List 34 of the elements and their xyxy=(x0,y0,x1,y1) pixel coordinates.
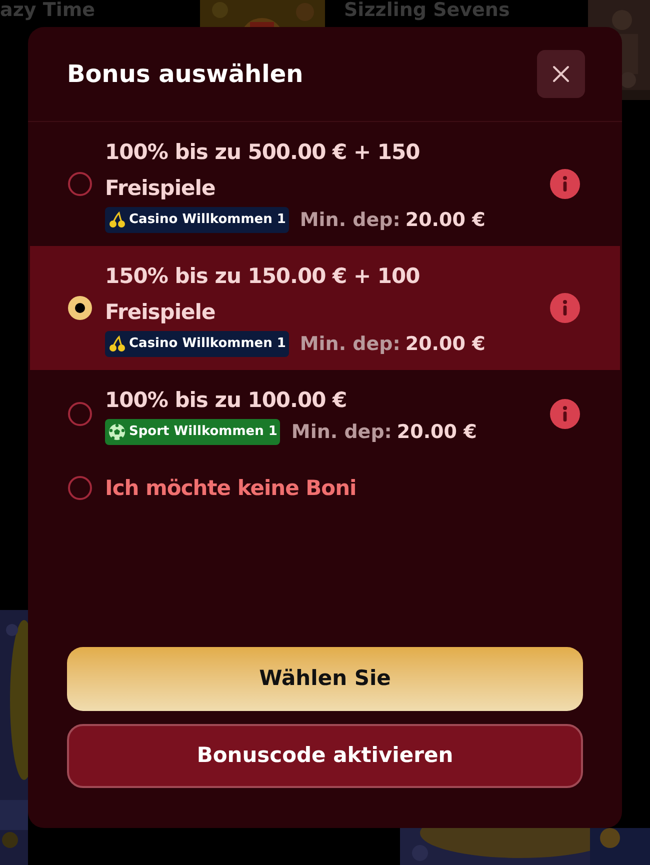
close-icon xyxy=(552,65,570,83)
min-deposit-label: Min. dep: xyxy=(300,332,400,357)
bonus-option[interactable]: 150% bis zu 150.00 € + 100 Freispiele Casino Willkommen 1 Min. dep: 20.00 € xyxy=(30,246,620,370)
bonus-option[interactable]: Ich möchte keine Boni xyxy=(30,458,620,518)
bonus-title: 100% bis zu 500.00 € + 150 Freispiele xyxy=(105,139,421,202)
category-tag: Sport Willkommen 1 xyxy=(105,419,280,445)
game-title: azy Time xyxy=(0,0,96,23)
info-icon[interactable] xyxy=(550,399,580,429)
category-tag: Casino Willkommen 1 xyxy=(105,207,289,233)
bonus-title: 100% bis zu 100.00 € xyxy=(105,387,348,414)
bonus-code-button[interactable]: Bonuscode aktivieren xyxy=(67,724,583,788)
category-tag: Casino Willkommen 1 xyxy=(105,331,289,357)
min-deposit-label: Min. dep: xyxy=(291,420,392,445)
min-deposit-value: 20.00 € xyxy=(405,208,486,233)
radio-button[interactable] xyxy=(68,296,92,320)
choose-button[interactable]: Wählen Sie xyxy=(67,647,583,711)
no-bonus-label: Ich möchte keine Boni xyxy=(105,475,358,502)
cherry-icon xyxy=(108,211,126,229)
dialog-title: Bonus auswählen xyxy=(67,59,304,90)
min-deposit-label: Min. dep: xyxy=(300,208,400,233)
info-icon[interactable] xyxy=(550,169,580,199)
bonus-title: 150% bis zu 150.00 € + 100 Freispiele xyxy=(105,263,421,326)
min-deposit-value: 20.00 € xyxy=(396,420,477,445)
cherry-icon xyxy=(108,335,126,353)
soccer-ball-icon xyxy=(108,423,126,441)
bonus-option[interactable]: 100% bis zu 500.00 € + 150 Freispiele Casino Willkommen 1 Min. dep: 20.00 € xyxy=(30,122,620,246)
info-icon[interactable] xyxy=(550,293,580,323)
min-deposit-value: 20.00 € xyxy=(405,332,486,357)
radio-button[interactable] xyxy=(68,476,92,500)
radio-button[interactable] xyxy=(68,172,92,196)
bonus-option[interactable]: 100% bis zu 100.00 € Sport Willkommen 1 Min. dep: 20.00 € xyxy=(30,370,620,458)
game-title: Sizzling Sevens xyxy=(344,0,510,23)
close-button[interactable] xyxy=(537,50,585,98)
radio-button[interactable] xyxy=(68,402,92,426)
